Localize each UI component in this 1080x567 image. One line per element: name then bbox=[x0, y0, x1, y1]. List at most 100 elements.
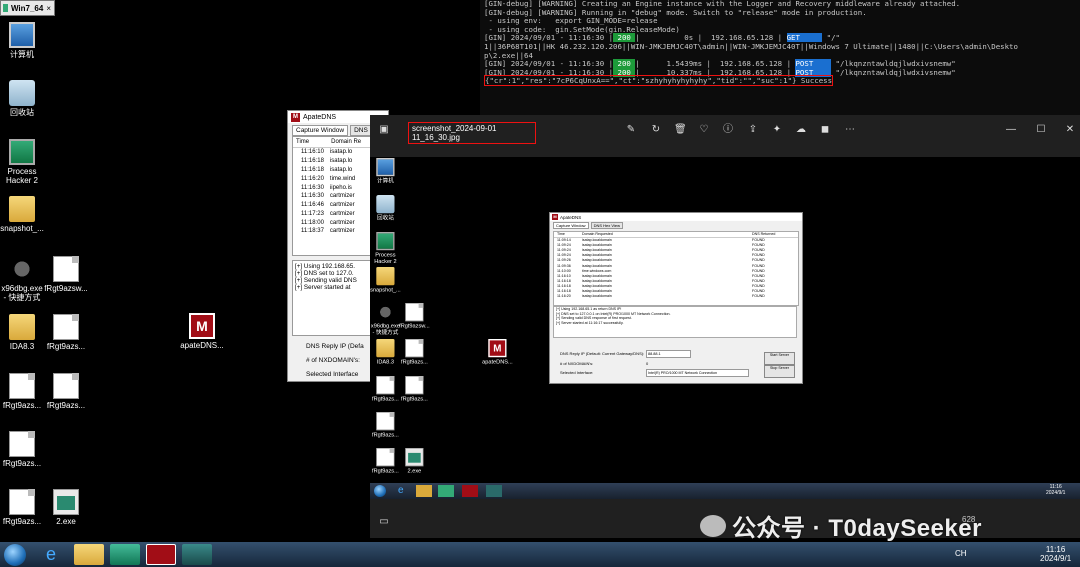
inner-interface-label: Selected Interface: bbox=[560, 370, 594, 375]
start-button[interactable] bbox=[4, 544, 26, 566]
desktop-icon-label: IDA8.3 bbox=[9, 342, 35, 351]
desktop-icon-label: fRgt9azs... bbox=[2, 459, 42, 468]
console-window[interactable]: [GIN-debug] [WARNING] Creating an Engine… bbox=[480, 0, 1080, 115]
taskbar-app-icon[interactable] bbox=[110, 544, 140, 565]
column-header[interactable]: Time bbox=[296, 139, 309, 145]
inner-icon-ida: IDA8.3 bbox=[370, 339, 401, 365]
desktop-icon-label: snapshot_... bbox=[0, 224, 44, 233]
clock-date: 2024/9/1 bbox=[1040, 554, 1072, 563]
info-icon[interactable]: ⓘ bbox=[722, 124, 734, 136]
bug-icon bbox=[9, 256, 35, 282]
desktop-icon-file[interactable]: fRgt9azs... bbox=[44, 314, 88, 351]
inner-icon-ph: Process Hacker 2 bbox=[370, 232, 401, 264]
column-header[interactable]: Domain Re bbox=[331, 139, 361, 145]
desktop-icon-2exe[interactable]: 2.exe bbox=[44, 489, 88, 526]
clock-time: 11:16 bbox=[1045, 545, 1066, 554]
apatedns-icon: M bbox=[189, 313, 215, 339]
inner-ie-icon: e bbox=[398, 485, 404, 496]
desktop-icon-recycle-bin[interactable]: 回收站 bbox=[0, 80, 44, 117]
nxdomain-label: # of NXDOMAIN's: bbox=[306, 357, 360, 364]
inner-nxdomain-value: 0 bbox=[646, 361, 649, 366]
taskbar-app-icon[interactable] bbox=[182, 544, 212, 565]
inner-icon-computer: 计算机 bbox=[370, 158, 401, 184]
desktop-icon-snapshot[interactable]: snapshot_... bbox=[0, 196, 44, 233]
minimize-icon[interactable]: — bbox=[1005, 124, 1017, 136]
folder-icon bbox=[9, 196, 35, 222]
process-hacker-icon bbox=[376, 232, 395, 251]
desktop-icon-apatedns[interactable]: M apateDNS... bbox=[180, 313, 224, 350]
tab-dns-hex-view: DNS Hex View bbox=[590, 222, 623, 229]
language-indicator[interactable]: CH bbox=[955, 549, 967, 558]
console-line: 1||36P68T101||HK 46.232.120.206||WIN-JMK… bbox=[484, 41, 1018, 51]
desktop-icon-computer[interactable]: 计算机 bbox=[0, 22, 44, 59]
recycle-bin-icon bbox=[376, 195, 395, 214]
recycle-bin-icon bbox=[9, 80, 35, 106]
close-icon[interactable]: ✕ bbox=[1064, 124, 1076, 136]
desktop-icon-file[interactable]: fRgt9azs... bbox=[0, 489, 44, 526]
tab-capture-window[interactable]: Capture Window bbox=[292, 125, 349, 136]
inner-icon-file: fRgt9azsw... bbox=[399, 303, 430, 329]
ie-icon[interactable]: e bbox=[36, 544, 66, 565]
log-line: [+] DNS set to 127.0. bbox=[295, 270, 354, 277]
log-line: [+] Using 192.168.65. bbox=[295, 263, 356, 270]
desktop-icon-label: fRgt9azs... bbox=[46, 342, 86, 351]
vm-tab[interactable]: Win7_64 × bbox=[0, 0, 55, 16]
photo-viewer-window[interactable]: ▣ screenshot_2024-09-01 11_16_30.jpg ✎ ↻… bbox=[370, 115, 1080, 538]
gallery-icon[interactable]: ▣ bbox=[378, 124, 390, 136]
taskbar-clock[interactable]: 11:16 2024/9/1 bbox=[1040, 545, 1071, 563]
log-line: [+] Sending valid DNS bbox=[295, 277, 357, 284]
inner-icon-file: fRgt9azs... bbox=[370, 448, 401, 474]
tab-capture-window: Capture Window bbox=[553, 222, 589, 229]
app-icon[interactable]: ◼ bbox=[819, 124, 831, 136]
interface-label: Selected Interface bbox=[306, 371, 359, 378]
favorite-icon[interactable]: ♡ bbox=[698, 124, 710, 136]
file-icon bbox=[376, 412, 395, 431]
apatedns-icon: M bbox=[291, 112, 300, 122]
desktop-icon-process-hacker[interactable]: Process Hacker 2 bbox=[0, 139, 44, 185]
process-hacker-icon bbox=[9, 139, 35, 165]
inner-icon-file: fRgt9azs... bbox=[399, 376, 430, 402]
inner-icon-snapshot: snapshot_... bbox=[370, 267, 401, 293]
screenshot-image: 计算机 回收站 Process Hacker 2 snapshot_... x9… bbox=[370, 157, 1080, 499]
edit-icon[interactable]: ✎ bbox=[625, 124, 637, 136]
inner-start-icon bbox=[374, 485, 386, 497]
explorer-icon[interactable] bbox=[74, 544, 104, 565]
desktop-icon-label: fRgt9azs... bbox=[46, 401, 86, 410]
file-icon bbox=[9, 373, 35, 399]
computer-icon bbox=[376, 158, 395, 177]
file-icon bbox=[53, 256, 79, 282]
maximize-icon[interactable]: ☐ bbox=[1035, 124, 1047, 136]
desktop-icon-file[interactable]: fRgt9azs... bbox=[44, 373, 88, 410]
desktop-icon-label: fRgt9azsw... bbox=[44, 284, 88, 293]
inner-explorer-icon bbox=[416, 485, 432, 497]
desktop-icon-label: fRgt9azs... bbox=[2, 401, 42, 410]
inner-clock: 11:16 2024/9/1 bbox=[1046, 484, 1066, 496]
watermark-text: 公众号 · T0daySeeker bbox=[732, 515, 982, 542]
desktop-icon-ida[interactable]: IDA8.3 bbox=[0, 314, 44, 351]
wechat-icon bbox=[700, 514, 726, 537]
delete-icon[interactable]: 🗑 bbox=[674, 124, 687, 136]
share-icon[interactable]: ⇪ bbox=[747, 124, 759, 136]
status-badge: 200 bbox=[613, 59, 636, 69]
desktop-icon-label: Process Hacker 2 bbox=[5, 167, 38, 186]
highlighted-response: {"cr":1","res":"7cP6CqUnxA==","ct":"szhy… bbox=[484, 75, 834, 87]
desktop-icon-file[interactable]: fRgt9azs... bbox=[0, 373, 44, 410]
more-icon[interactable]: ⋯ bbox=[844, 124, 856, 136]
executable-icon bbox=[405, 448, 424, 467]
apatedns-icon: M bbox=[552, 214, 558, 220]
desktop-icon-file[interactable]: fRgt9azs... bbox=[0, 431, 44, 468]
file-icon bbox=[53, 373, 79, 399]
magic-icon[interactable]: ✦ bbox=[771, 124, 783, 136]
file-name: screenshot_2024-09-01 11_16_30.jpg bbox=[412, 124, 497, 142]
file-name-tab[interactable]: screenshot_2024-09-01 11_16_30.jpg bbox=[408, 122, 536, 144]
filmstrip-icon[interactable]: ▭ bbox=[378, 516, 390, 528]
close-icon[interactable]: × bbox=[46, 4, 51, 13]
desktop-icon-file[interactable]: fRgt9azsw... bbox=[44, 256, 88, 293]
folder-icon bbox=[9, 314, 35, 340]
desktop-icon-x96dbg[interactable]: x96dbg.exe - 快捷方式 bbox=[0, 256, 44, 302]
apatedns-icon: M bbox=[488, 339, 507, 358]
cloud-icon[interactable]: ☁ bbox=[795, 124, 807, 136]
rotate-icon[interactable]: ↻ bbox=[650, 124, 662, 136]
apatedns-taskbar-icon[interactable] bbox=[146, 544, 176, 565]
inner-capture-list: Time Domain Requested DNS Returned 11:09:1… bbox=[553, 231, 799, 306]
